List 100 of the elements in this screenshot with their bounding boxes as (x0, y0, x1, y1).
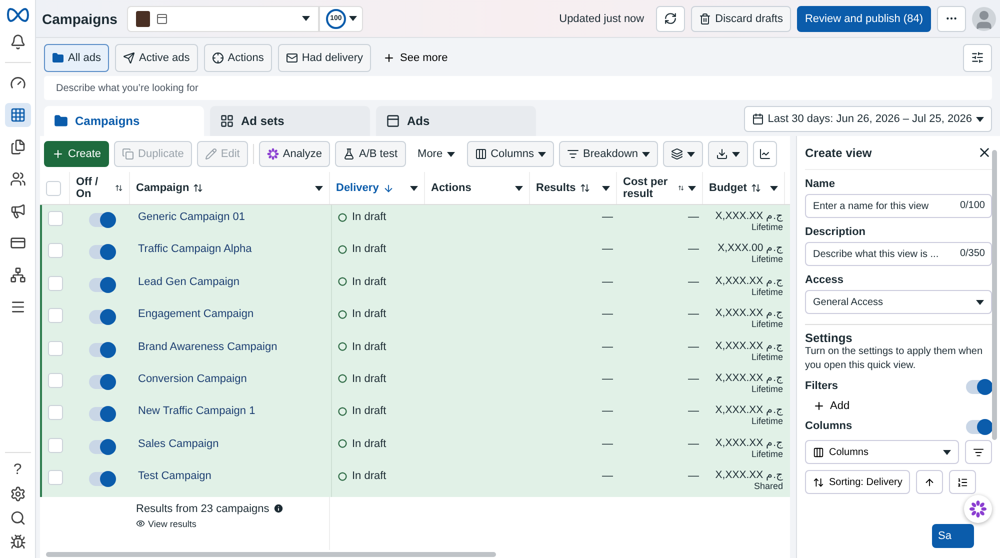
list-icon (567, 148, 579, 160)
flower-icon (969, 500, 987, 518)
columns-dropdown[interactable]: Columns (805, 440, 959, 464)
row-checkbox[interactable] (48, 340, 63, 356)
column-settings-button[interactable] (965, 440, 992, 464)
breakdown-button[interactable]: Breakdown (559, 141, 658, 167)
row-checkbox[interactable] (48, 372, 63, 388)
discard-drafts-button[interactable]: Discard drafts (691, 6, 791, 32)
caret-icon (302, 16, 310, 21)
on-off-toggle[interactable] (89, 472, 115, 486)
row-checkbox[interactable] (48, 243, 63, 258)
column-header[interactable]: Cost per result (617, 172, 703, 204)
layers-icon (671, 148, 684, 160)
delivery-status: In draft (352, 243, 386, 256)
caret-icon (642, 152, 650, 156)
save-button[interactable]: Sa (932, 524, 974, 548)
campaign-name[interactable]: Lead Gen Campaign (138, 276, 240, 288)
row-checkbox[interactable] (48, 405, 63, 420)
date-range-picker[interactable]: Last 30 days: Jun 26, 2026 – Jul 25, 2026 (744, 106, 992, 132)
campaign-name[interactable]: Generic Campaign 01 (138, 211, 246, 223)
access-dropdown[interactable]: General Access (805, 290, 992, 314)
more-dropdown[interactable]: More (410, 141, 462, 167)
campaign-name[interactable]: Test Campaign (138, 470, 212, 482)
column-header[interactable]: Budget (703, 172, 785, 204)
filter-tab[interactable]: All ads (44, 44, 110, 72)
delivery-status: In draft (352, 340, 386, 353)
copy-menu-button[interactable] (663, 141, 704, 167)
on-off-toggle[interactable] (89, 213, 115, 227)
column-header[interactable]: Actions (425, 172, 530, 204)
analyze-button[interactable]: Analyze (258, 141, 330, 167)
delivery-status: In draft (352, 276, 386, 288)
window-icon (386, 114, 400, 128)
campaign-name[interactable]: Traffic Campaign Alpha (138, 243, 252, 256)
search-icon[interactable] (10, 510, 26, 526)
column-header[interactable]: Delivery (330, 172, 425, 204)
results-value: — (602, 438, 613, 450)
on-off-toggle[interactable] (89, 245, 115, 260)
columns-button[interactable]: Columns (466, 141, 554, 167)
help-link[interactable]: ? (13, 461, 22, 478)
on-off-toggle[interactable] (89, 310, 115, 324)
on-off-toggle[interactable] (89, 440, 115, 454)
campaign-name[interactable]: Conversion Campaign (138, 372, 247, 385)
row-checkbox[interactable] (48, 438, 63, 453)
level-tab[interactable]: Campaigns (44, 106, 204, 136)
sort-order-button[interactable] (949, 470, 976, 494)
row-checkbox[interactable] (48, 211, 63, 226)
update-status: Updated just now (559, 12, 644, 24)
budget-type: Lifetime (751, 319, 783, 330)
plus-icon (813, 400, 825, 412)
account-selector[interactable] (127, 6, 320, 32)
filter-tab[interactable]: Active ads (115, 44, 198, 72)
row-checkbox[interactable] (48, 470, 63, 486)
filters-toggle[interactable] (966, 380, 992, 394)
column-header[interactable]: Results (530, 172, 617, 204)
columns-toggle[interactable] (966, 420, 992, 434)
on-off-toggle[interactable] (89, 342, 115, 357)
column-header[interactable]: Off / On (70, 172, 130, 204)
assistant-button[interactable] (964, 495, 992, 523)
bell-icon (10, 34, 26, 50)
see-more-button[interactable]: See more (377, 52, 454, 64)
filter-tab[interactable]: Had delivery (278, 44, 371, 72)
row-checkbox[interactable] (48, 308, 63, 324)
chart-button[interactable] (753, 141, 778, 167)
chart-icon (759, 148, 772, 160)
results-summary: Results from 23 campaigns (136, 502, 270, 515)
budget-amount: X,XXX.XX ج.م (715, 403, 783, 416)
close-icon[interactable] (977, 145, 992, 160)
view-results-link[interactable]: View results (136, 518, 196, 529)
campaign-name[interactable]: Sales Campaign (138, 438, 219, 450)
budget-type: Lifetime (751, 384, 783, 394)
cost-value: — (688, 243, 699, 256)
field-label: Description (805, 226, 866, 238)
sorting-button[interactable]: Sorting: Delivery (805, 470, 910, 494)
level-tab[interactable]: Ad sets (210, 106, 370, 136)
search-field[interactable]: Describe what you’re looking for (44, 76, 992, 100)
refresh-button[interactable] (656, 6, 686, 32)
status-icon (338, 342, 347, 352)
row-checkbox[interactable] (48, 276, 63, 291)
cost-value: — (688, 372, 699, 385)
nav-item[interactable] (4, 103, 30, 127)
settings-icon[interactable] (10, 486, 26, 502)
export-button[interactable] (708, 141, 748, 167)
abtest-button[interactable]: A/B test (335, 141, 406, 167)
create-button[interactable]: Create (44, 141, 110, 167)
campaign-name[interactable]: New Traffic Campaign 1 (138, 405, 256, 418)
campaign-name[interactable]: Engagement Campaign (138, 308, 254, 320)
add-filter-button[interactable]: Add (805, 394, 858, 418)
profile-avatar[interactable] (972, 6, 996, 30)
on-off-toggle[interactable] (89, 407, 115, 422)
sort-direction-button[interactable] (916, 470, 944, 494)
select-all-checkbox[interactable] (46, 180, 61, 196)
level-tab[interactable]: Ads (376, 106, 536, 136)
campaign-name[interactable]: Brand Awareness Campaign (138, 340, 278, 353)
column-header[interactable]: Campaign (130, 172, 330, 204)
review-publish-button[interactable]: Review and publish (84) (796, 6, 931, 32)
on-off-toggle[interactable] (89, 278, 115, 292)
filter-settings-button[interactable] (963, 44, 992, 72)
filter-tab[interactable]: Actions (204, 44, 272, 72)
on-off-toggle[interactable] (89, 374, 115, 389)
bug-icon[interactable] (10, 534, 26, 550)
